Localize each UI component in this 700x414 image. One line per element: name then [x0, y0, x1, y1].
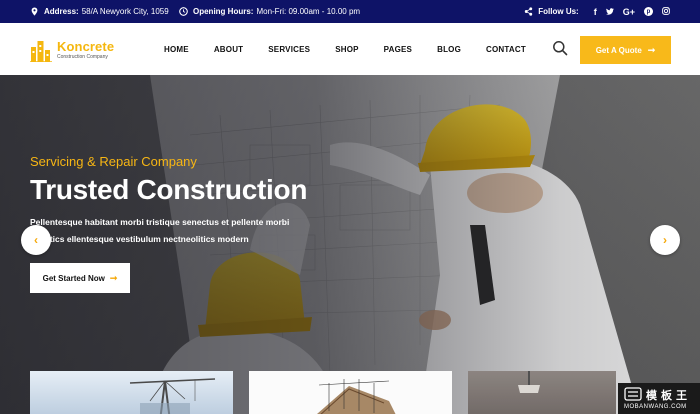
opening-hours-info: Opening Hours: Mon-Fri: 09.00am - 10.00 … — [179, 0, 360, 23]
share-icon — [525, 7, 533, 16]
service-card-image[interactable] — [249, 371, 452, 414]
nav-home[interactable]: HOME — [164, 45, 189, 54]
chevron-left-icon: ‹ — [34, 233, 38, 247]
site-header: Koncrete Construction Company HOME ABOUT… — [0, 23, 700, 75]
building-logo-icon — [30, 41, 52, 62]
twitter-icon[interactable] — [605, 7, 614, 17]
address-info: Address: 58/A Newyork City, 1059 — [30, 0, 169, 23]
watermark-logo: 模板王 MOBANWANG.COM — [618, 383, 700, 414]
clock-icon — [179, 7, 188, 16]
hours-value: Mon-Fri: 09.00am - 10.00 pm — [256, 7, 361, 16]
google-plus-icon[interactable]: G+ — [623, 7, 635, 17]
follow-us-label: Follow Us: — [538, 7, 579, 16]
get-a-quote-button[interactable]: Get A Quote ➞ — [580, 36, 671, 64]
main-navigation: HOME ABOUT SERVICES SHOP PAGES BLOG CONT… — [164, 23, 551, 75]
crane-image — [129, 378, 216, 414]
hours-label: Opening Hours: — [193, 7, 254, 16]
facebook-icon[interactable]: f — [594, 7, 597, 17]
service-card-image[interactable] — [30, 371, 233, 414]
watermark-subtitle: MOBANWANG.COM — [624, 404, 687, 410]
nav-blog[interactable]: BLOG — [437, 45, 461, 54]
hero-description: Pellentesque habitant morbi tristique se… — [30, 217, 290, 244]
hero-headline: Trusted Construction — [30, 174, 308, 205]
get-started-button[interactable]: Get Started Now ➞ — [30, 263, 130, 293]
top-info-bar: Address: 58/A Newyork City, 1059 Opening… — [0, 0, 700, 23]
instagram-icon[interactable] — [662, 6, 670, 17]
get-started-label: Get Started Now — [42, 273, 105, 283]
house-frame-image — [317, 379, 396, 414]
nav-services[interactable]: SERVICES — [268, 45, 310, 54]
nav-contact[interactable]: CONTACT — [486, 45, 526, 54]
slider-next-button[interactable]: › — [650, 225, 680, 255]
nav-shop[interactable]: SHOP — [335, 45, 358, 54]
watermark-title: 模板王 — [646, 390, 691, 402]
hero-kicker: Servicing & Repair Company — [30, 154, 197, 169]
chevron-right-icon: › — [663, 233, 667, 247]
service-card-image[interactable] — [468, 371, 616, 414]
interior-lamp-image — [468, 371, 616, 414]
logo-tagline: Construction Company — [57, 54, 108, 60]
address-label: Address: — [44, 7, 79, 16]
nav-pages[interactable]: PAGES — [384, 45, 412, 54]
pinterest-icon[interactable]: p — [644, 7, 653, 16]
logo-name: Koncrete — [57, 39, 115, 54]
slider-prev-button[interactable]: ‹ — [21, 225, 51, 255]
search-icon[interactable] — [552, 40, 568, 56]
arrow-right-icon: ➞ — [109, 272, 118, 283]
site-logo[interactable]: Koncrete Construction Company — [30, 37, 120, 63]
location-pin-icon — [31, 7, 38, 16]
address-value: 58/A Newyork City, 1059 — [81, 7, 169, 16]
arrow-right-icon: ➞ — [647, 44, 656, 55]
social-links: Follow Us: f G+ p — [524, 0, 670, 23]
hero-slider: Servicing & Repair Company Trusted Const… — [0, 75, 700, 414]
nav-about[interactable]: ABOUT — [214, 45, 243, 54]
get-a-quote-label: Get A Quote — [595, 45, 642, 55]
watermark-icon — [624, 387, 642, 401]
